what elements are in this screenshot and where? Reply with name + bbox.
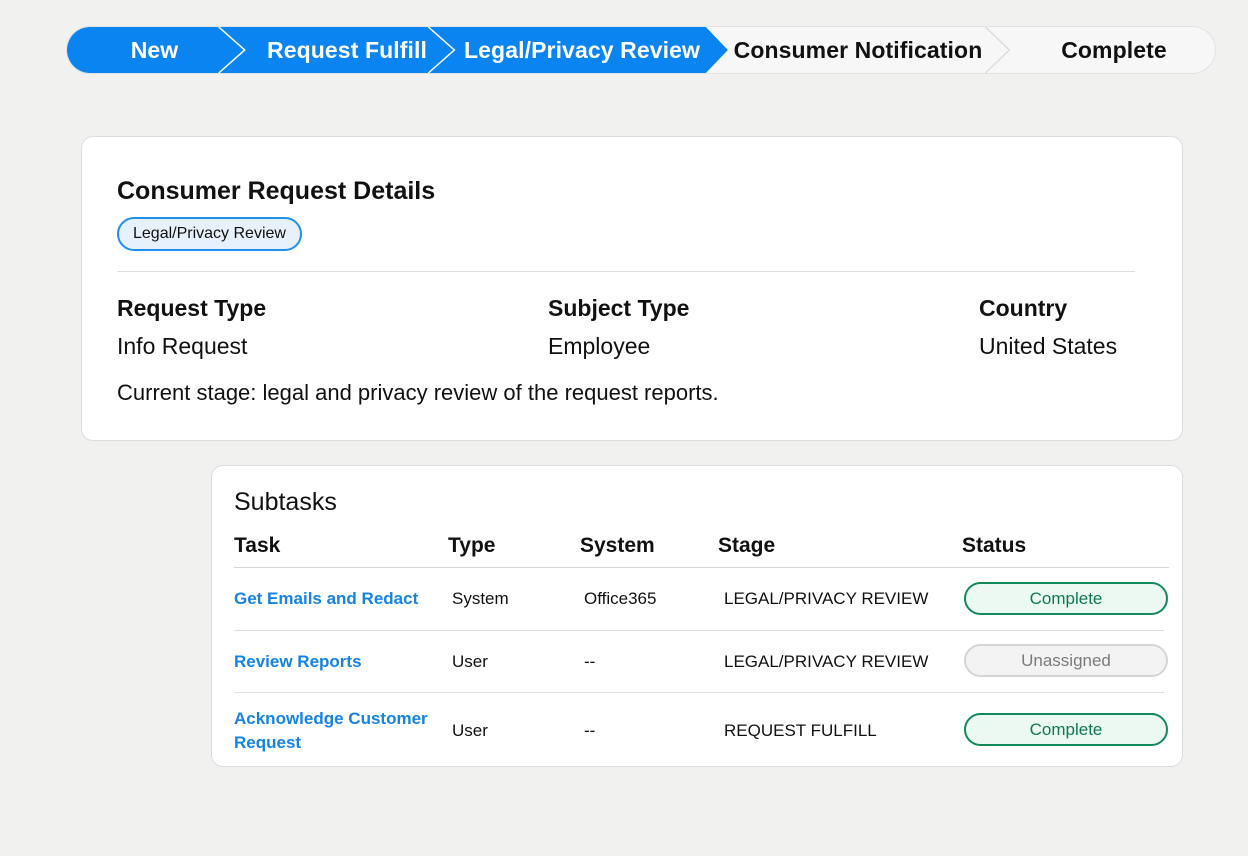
stage-step-label: New — [130, 36, 179, 63]
task-stage: LEGAL/PRIVACY REVIEW — [724, 589, 929, 608]
stage-step-label: Consumer Notification — [733, 36, 983, 63]
table-row: Get Emails and Redact System Office365 L… — [234, 568, 1169, 630]
stage-path: New Request Fulfill Legal/Privacy Review… — [66, 26, 1216, 74]
details-title: Consumer Request Details — [117, 177, 436, 205]
subtasks-title: Subtasks — [234, 488, 337, 516]
field-value: United States — [979, 333, 1118, 359]
stage-step-new[interactable]: New — [67, 27, 242, 73]
field-value: Info Request — [117, 333, 248, 359]
column-header-system: System — [580, 534, 655, 557]
details-divider — [117, 271, 1135, 272]
task-stage: LEGAL/PRIVACY REVIEW — [724, 651, 929, 671]
status-badge: Unassigned — [964, 644, 1168, 677]
stage-step-request-fulfill[interactable]: Request Fulfill — [247, 27, 447, 73]
task-link[interactable]: Get Emails and Redact — [234, 587, 418, 611]
task-type: System — [452, 589, 509, 608]
field-request-type: Request Type Info Request — [117, 295, 266, 360]
column-header-stage: Stage — [718, 534, 776, 557]
table-row: Acknowledge Customer Request User -- REQ… — [234, 693, 1169, 768]
column-header-type: Type — [448, 534, 496, 557]
task-link[interactable]: Acknowledge Customer Request — [234, 707, 444, 755]
stage-step-label: Request Fulfill — [267, 36, 427, 63]
stage-step-legal-privacy-review[interactable]: Legal/Privacy Review — [457, 27, 707, 73]
stage-step-consumer-notification[interactable]: Consumer Notification — [729, 27, 987, 73]
stage-badge: Legal/Privacy Review — [117, 217, 302, 251]
task-type: User — [452, 720, 488, 740]
current-stage-note: Current stage: legal and privacy review … — [117, 380, 719, 405]
task-system: -- — [584, 651, 596, 671]
stage-step-label: Complete — [1061, 36, 1167, 63]
field-country: Country United States — [979, 295, 1117, 360]
task-stage: REQUEST FULFILL — [724, 720, 877, 740]
field-label: Request Type — [117, 295, 267, 321]
field-label: Country — [979, 295, 1068, 321]
column-header-task: Task — [234, 534, 281, 557]
field-value: Employee — [548, 333, 651, 359]
status-badge: Complete — [964, 713, 1168, 746]
task-system: -- — [584, 720, 596, 740]
task-system: Office365 — [584, 589, 657, 608]
stage-step-complete[interactable]: Complete — [1011, 27, 1215, 73]
stage-step-label: Legal/Privacy Review — [464, 36, 700, 63]
column-header-status: Status — [962, 534, 1027, 557]
field-label: Subject Type — [548, 295, 690, 321]
request-details-card: Consumer Request Details Legal/Privacy R… — [81, 136, 1183, 441]
field-subject-type: Subject Type Employee — [548, 295, 689, 360]
task-type: User — [452, 651, 488, 671]
task-link[interactable]: Review Reports — [234, 650, 362, 674]
status-badge: Complete — [964, 582, 1168, 615]
subtasks-card: Subtasks Task Type System Stage Status G… — [211, 465, 1183, 767]
table-row: Review Reports User -- LEGAL/PRIVACY REV… — [234, 631, 1169, 692]
